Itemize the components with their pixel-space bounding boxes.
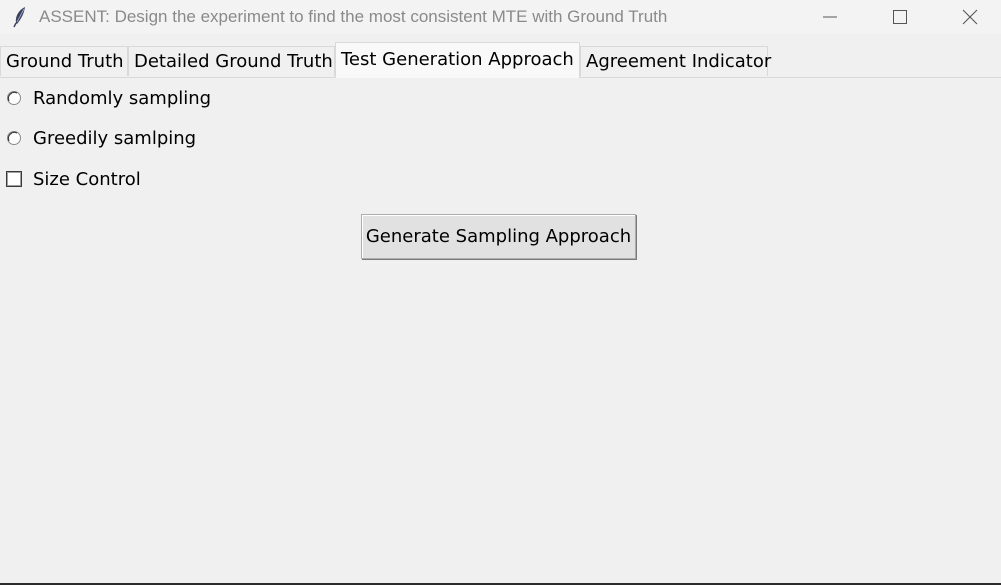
- app-window: ASSENT: Design the experiment to find th…: [0, 0, 1001, 585]
- tab-agreement-indicator[interactable]: Agreement Indicator: [580, 46, 771, 76]
- feather-icon: [12, 6, 28, 28]
- tab-ground-truth[interactable]: Ground Truth: [0, 46, 128, 76]
- tab-test-generation-approach[interactable]: Test Generation Approach: [335, 42, 580, 78]
- minimize-button[interactable]: [797, 0, 863, 34]
- generate-sampling-approach-button[interactable]: Generate Sampling Approach: [361, 214, 636, 259]
- size-control-checkbox[interactable]: Size Control: [6, 168, 141, 190]
- maximize-button[interactable]: [867, 0, 933, 34]
- greedy-sampling-label: Greedily samlping: [33, 127, 197, 149]
- tab-detailed-ground-truth[interactable]: Detailed Ground Truth: [128, 46, 335, 76]
- greedy-sampling-radio[interactable]: Greedily samlping: [6, 127, 196, 149]
- checkbox-icon: [6, 171, 22, 187]
- minimize-icon: [823, 16, 837, 18]
- close-icon: [962, 9, 978, 25]
- window-title: ASSENT: Design the experiment to find th…: [39, 7, 668, 26]
- radio-icon: [7, 131, 21, 145]
- maximize-icon: [893, 10, 907, 24]
- title-bar[interactable]: ASSENT: Design the experiment to find th…: [0, 0, 1001, 34]
- random-sampling-radio[interactable]: Randomly sampling: [6, 87, 211, 109]
- random-sampling-label: Randomly sampling: [33, 87, 212, 109]
- radio-icon: [7, 91, 21, 105]
- close-button[interactable]: [937, 0, 1001, 34]
- size-control-label: Size Control: [33, 168, 141, 190]
- tab-strip: Ground Truth Detailed Ground Truth Test …: [0, 42, 1001, 78]
